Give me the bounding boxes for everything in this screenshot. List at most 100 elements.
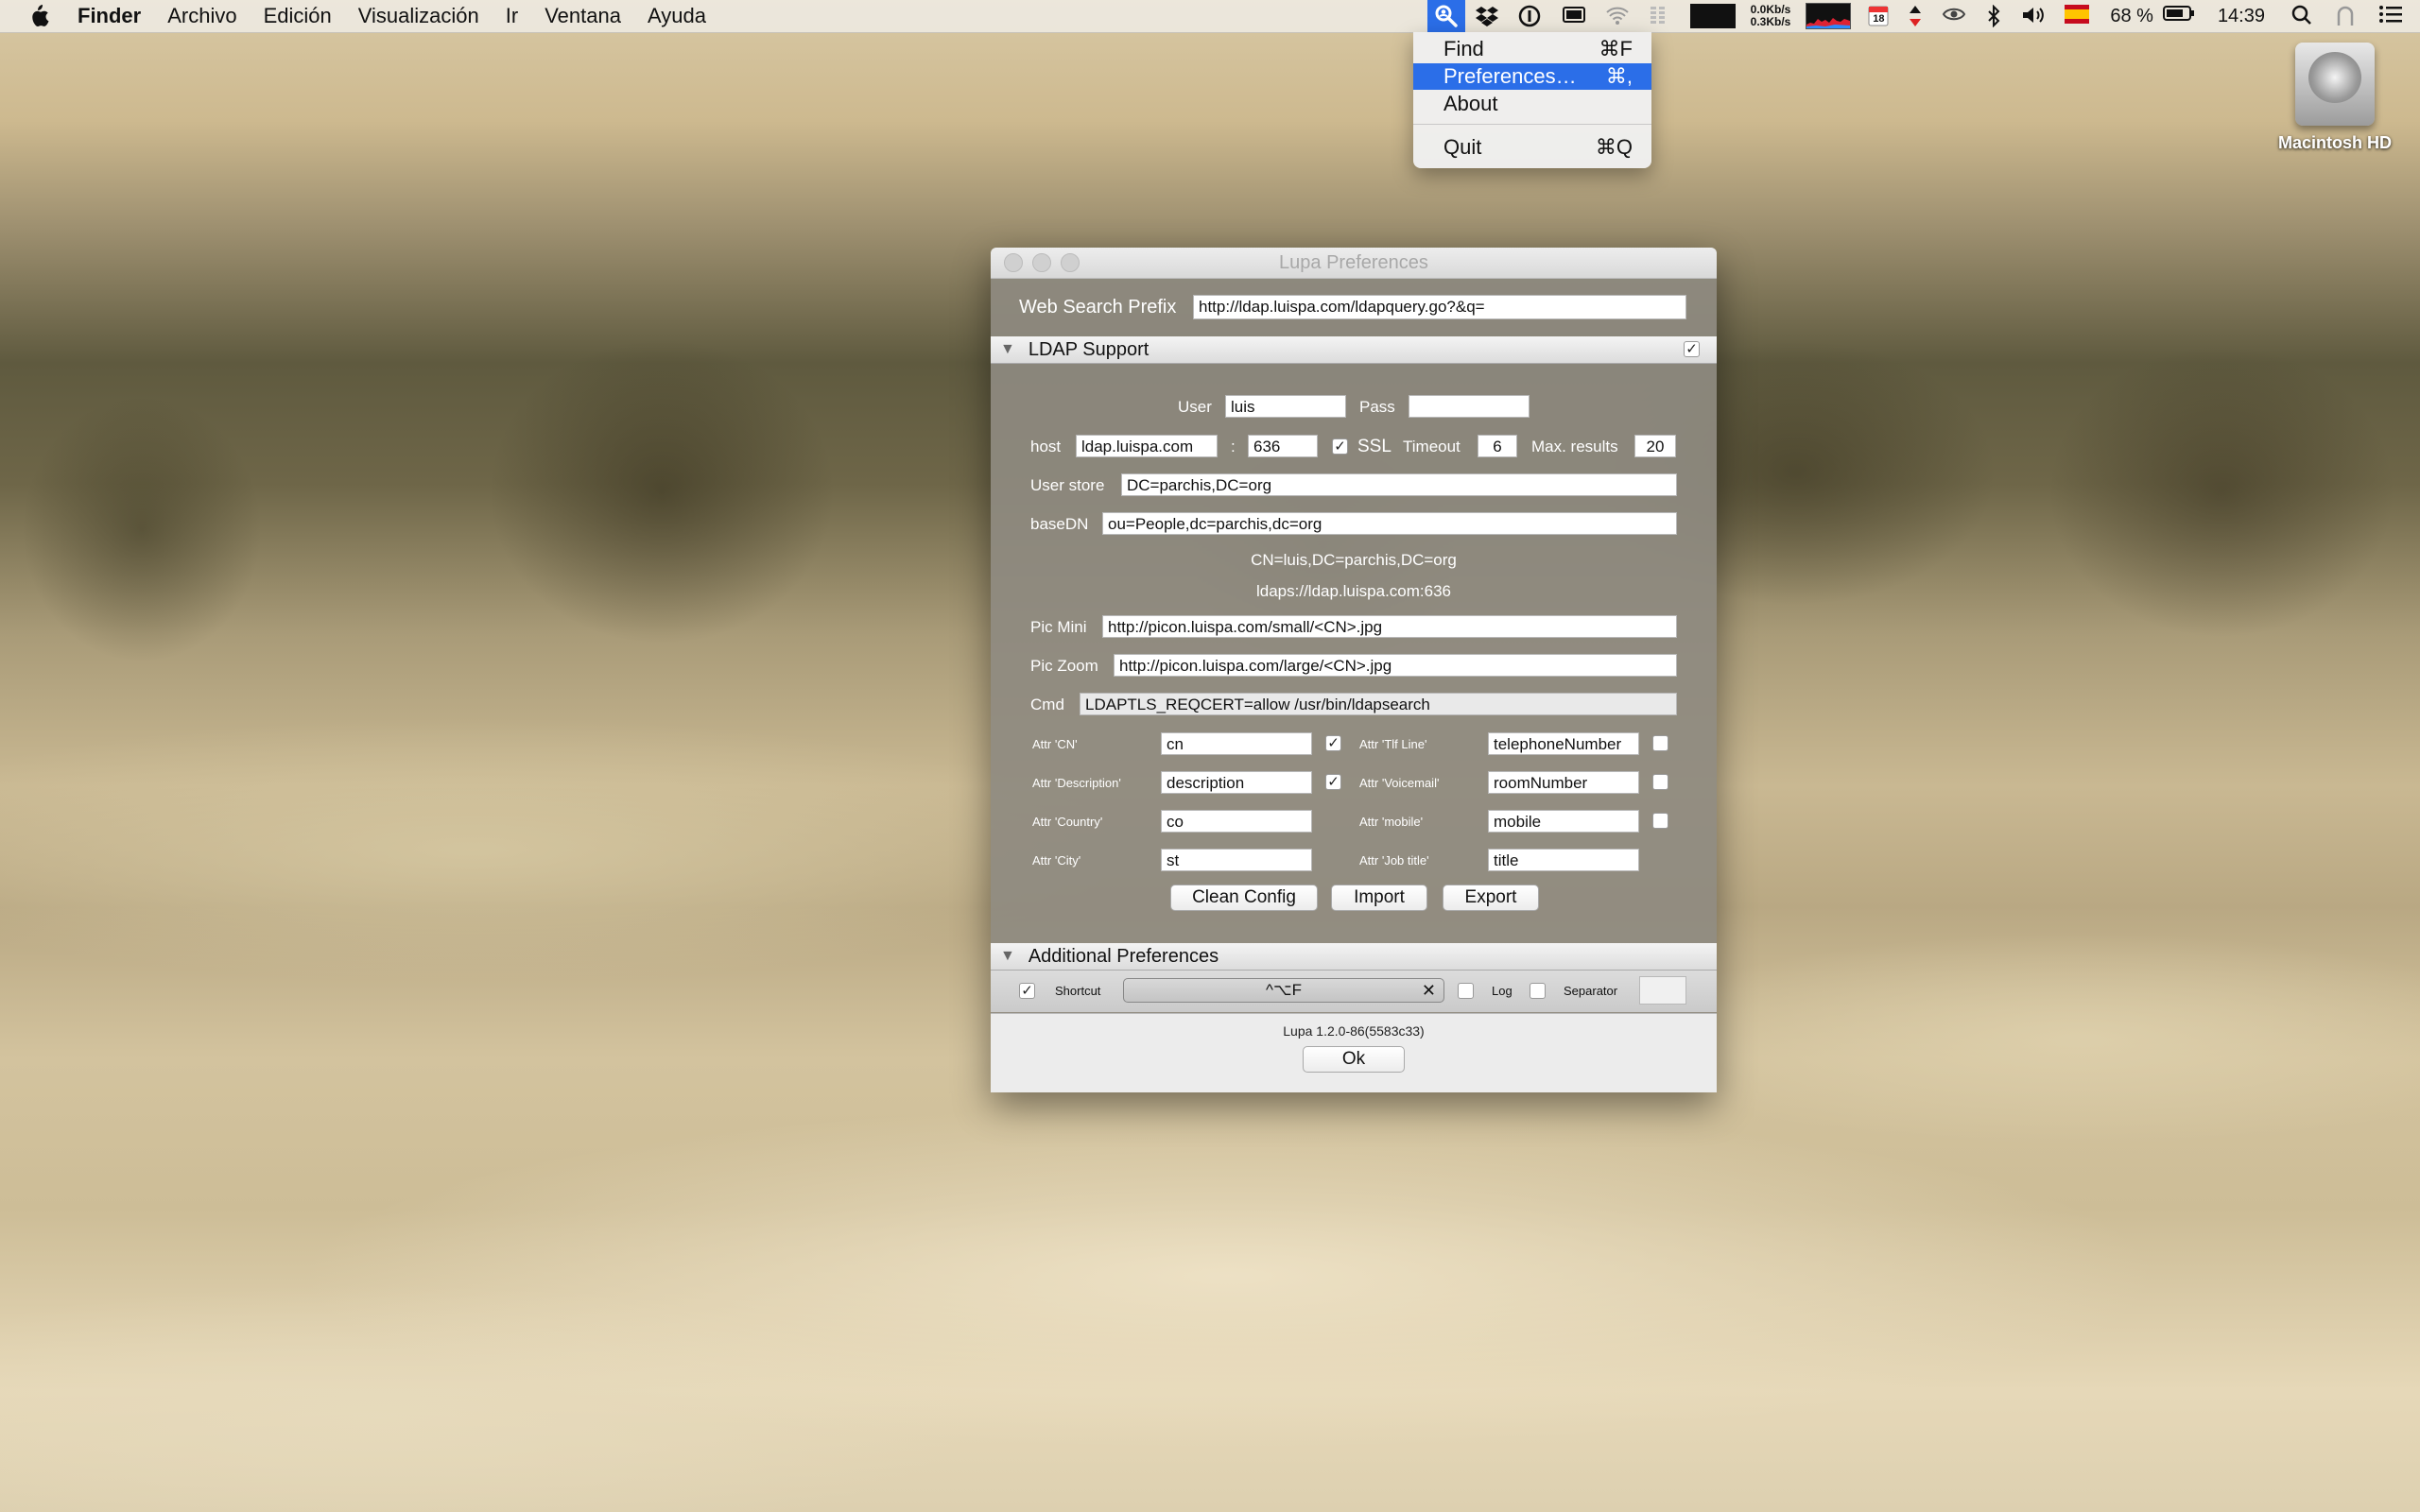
lupa-preferences-window: Lupa Preferences Web Search Prefix http:… (991, 248, 1717, 1092)
calendar-day-text: 18 (1873, 13, 1885, 25)
max-results-label: Max. results (1531, 438, 1618, 455)
menu-item-quit-shortcut: ⌘Q (1595, 135, 1633, 159)
wifi-icon[interactable] (1605, 5, 1630, 27)
lupa-status-menu-items: Find ⌘F Preferences… ⌘, About Quit ⌘Q (1413, 32, 1651, 168)
pass-input[interactable] (1409, 395, 1530, 418)
attr-mobile-checkbox[interactable] (1652, 813, 1668, 829)
menu-app-finder[interactable]: Finder (78, 4, 141, 28)
hard-drive-icon (2295, 43, 2375, 126)
user-store-input[interactable]: DC=parchis,DC=org (1121, 473, 1677, 496)
clear-shortcut-icon[interactable]: ✕ (1422, 979, 1436, 1002)
up-down-arrows-icon[interactable] (1908, 5, 1923, 27)
separator-input[interactable] (1639, 976, 1686, 1005)
volume-icon[interactable] (2021, 5, 2046, 27)
export-button[interactable]: Export (1443, 885, 1539, 911)
shortcut-recorder[interactable]: ^⌥F ✕ (1123, 978, 1444, 1003)
menu-item-preferences-shortcut: ⌘, (1605, 64, 1633, 88)
max-results-input[interactable]: 20 (1634, 435, 1676, 457)
additional-preferences-header[interactable]: ▼ Additional Preferences (991, 943, 1717, 971)
menu-ir[interactable]: Ir (506, 4, 518, 28)
macintosh-hd-icon[interactable]: Macintosh HD (2269, 43, 2401, 153)
menu-visualizacion[interactable]: Visualización (358, 4, 479, 28)
battery-icon[interactable] (2162, 5, 2195, 27)
pic-zoom-input[interactable]: http://picon.luispa.com/large/<CN>.jpg (1114, 654, 1677, 677)
network-speed[interactable]: 0.0Kb/s 0.3Kb/s (1751, 4, 1791, 28)
attr-city-input[interactable]: st (1161, 849, 1312, 871)
bluetooth-icon[interactable] (1985, 4, 2002, 28)
macintosh-hd-label: Macintosh HD (2277, 133, 2392, 152)
disclosure-triangle-icon[interactable]: ▼ (1000, 341, 1015, 358)
attr-country-label: Attr 'Country' (1032, 815, 1103, 829)
net-down-text: 0.3Kb/s (1750, 15, 1791, 28)
window-footer: Lupa 1.2.0-86(5583c33) Ok (991, 1013, 1717, 1092)
menu-item-find[interactable]: Find ⌘F (1413, 36, 1651, 62)
basedn-input[interactable]: ou=People,dc=parchis,dc=org (1102, 512, 1677, 535)
attr-description-input[interactable]: description (1161, 771, 1312, 794)
apple-icon[interactable] (28, 5, 49, 27)
battery-percent[interactable]: 68 % (2110, 6, 2153, 27)
port-input[interactable]: 636 (1248, 435, 1318, 457)
host-input[interactable]: ldap.luispa.com (1076, 435, 1218, 457)
dropbox-icon[interactable] (1475, 5, 1499, 27)
ldap-support-checkbox[interactable]: ✓ (1684, 341, 1700, 357)
menu-item-preferences-label: Preferences… (1443, 64, 1577, 88)
attr-voicemail-input[interactable]: roomNumber (1488, 771, 1639, 794)
attr-job-title-input[interactable]: title (1488, 849, 1639, 871)
ssl-checkbox[interactable]: ✓ (1332, 438, 1348, 455)
window-titlebar[interactable]: Lupa Preferences (991, 248, 1717, 279)
menu-edicion[interactable]: Edición (264, 4, 332, 28)
pass-label: Pass (1359, 398, 1395, 416)
attr-description-checkbox[interactable]: ✓ (1325, 774, 1341, 790)
ok-button[interactable]: Ok (1303, 1046, 1405, 1073)
disclosure-triangle-icon[interactable]: ▼ (1000, 948, 1015, 965)
separator-checkbox[interactable] (1530, 983, 1546, 999)
menu-ayuda[interactable]: Ayuda (648, 4, 706, 28)
menu-bar: Finder Archivo Edición Visualización Ir … (0, 0, 2420, 33)
ssl-label: SSL (1357, 437, 1392, 456)
attr-job-title-label: Attr 'Job title' (1359, 853, 1429, 868)
attr-tlf-line-label: Attr 'Tlf Line' (1359, 737, 1427, 751)
attr-country-input[interactable]: co (1161, 810, 1312, 833)
attr-voicemail-checkbox[interactable] (1652, 774, 1668, 790)
log-checkbox[interactable] (1458, 983, 1474, 999)
shortcut-value: ^⌥F (1266, 981, 1302, 999)
separator-label: Separator (1564, 984, 1618, 998)
display-icon[interactable] (1562, 5, 1586, 27)
activity-graph-icon[interactable] (1689, 4, 1736, 28)
attr-mobile-input[interactable]: mobile (1488, 810, 1639, 833)
onepassword-icon[interactable] (1518, 5, 1543, 27)
timeout-input[interactable]: 6 (1478, 435, 1517, 457)
ldap-support-header[interactable]: ▼ LDAP Support ✓ (991, 336, 1717, 364)
attr-tlf-line-checkbox[interactable] (1652, 735, 1668, 751)
web-search-prefix-input[interactable]: http://ldap.luispa.com/ldapquery.go?&q= (1193, 295, 1686, 319)
spotlight-search-icon[interactable] (2291, 5, 2316, 27)
spain-flag-icon[interactable] (2065, 5, 2090, 27)
menu-item-quit[interactable]: Quit ⌘Q (1413, 134, 1651, 161)
shortcut-checkbox[interactable]: ✓ (1019, 983, 1035, 999)
attr-cn-input[interactable]: cn (1161, 732, 1312, 755)
user-input[interactable]: luis (1225, 395, 1346, 418)
cmd-input[interactable]: LDAPTLS_REQCERT=allow /usr/bin/ldapsearc… (1080, 693, 1677, 715)
attr-cn-checkbox[interactable]: ✓ (1325, 735, 1341, 751)
clean-config-button[interactable]: Clean Config (1170, 885, 1318, 911)
import-button[interactable]: Import (1331, 885, 1427, 911)
user-arch-icon[interactable] (2335, 5, 2360, 27)
user-label: User (1178, 398, 1212, 416)
notification-center-icon[interactable] (2378, 5, 2403, 27)
menu-item-find-label: Find (1443, 37, 1484, 60)
pic-mini-input[interactable]: http://picon.luispa.com/small/<CN>.jpg (1102, 615, 1677, 638)
network-graph-icon[interactable] (1806, 3, 1852, 29)
menu-ventana[interactable]: Ventana (544, 4, 621, 28)
clock[interactable]: 14:39 (2218, 6, 2265, 27)
menu-item-preferences[interactable]: Preferences… ⌘, (1413, 63, 1651, 90)
eye-icon[interactable] (1942, 5, 1966, 27)
menu-archivo[interactable]: Archivo (167, 4, 236, 28)
attr-voicemail-label: Attr 'Voicemail' (1359, 776, 1440, 790)
attr-tlf-line-input[interactable]: telephoneNumber (1488, 732, 1639, 755)
port-separator: : (1231, 438, 1236, 455)
cpu-bars-icon[interactable] (1649, 5, 1673, 27)
calendar-icon[interactable]: 18 (1868, 5, 1889, 27)
menu-item-about[interactable]: About (1413, 91, 1651, 117)
lupa-magnifier-icon[interactable] (1426, 0, 1465, 32)
cmd-label: Cmd (1030, 696, 1064, 713)
